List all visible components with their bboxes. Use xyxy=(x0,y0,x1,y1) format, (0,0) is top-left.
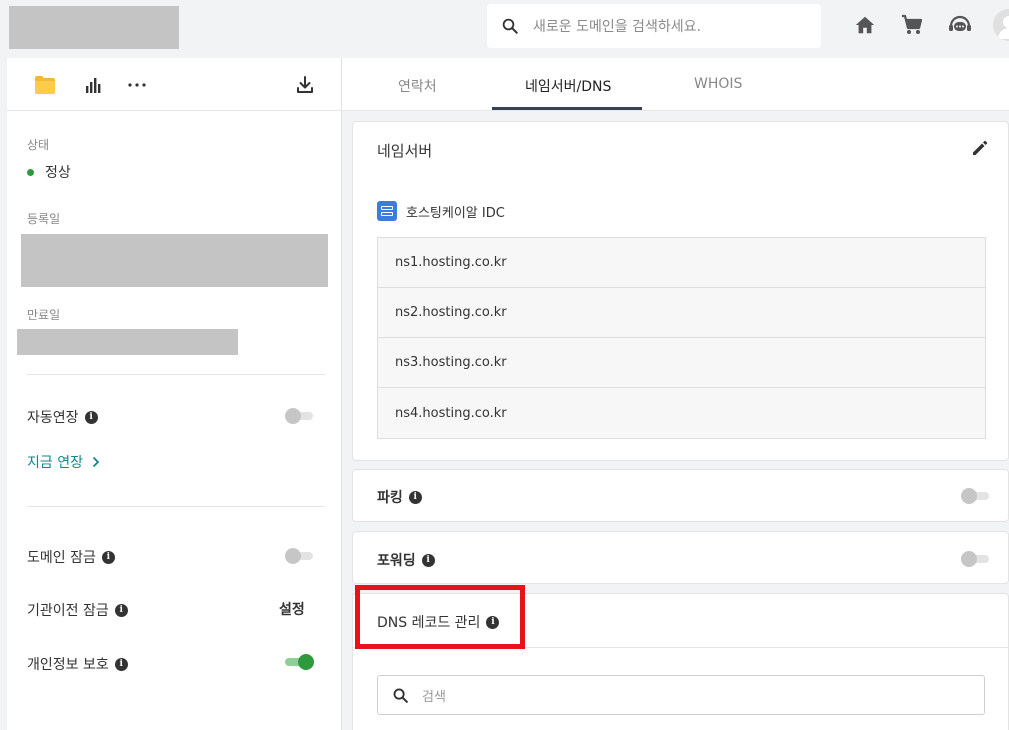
info-icon[interactable]: i xyxy=(114,657,128,671)
expiry-date-label: 만료일 xyxy=(27,308,61,322)
renew-now-label[interactable]: 지금 연장 xyxy=(27,452,83,472)
privacy-toggle[interactable] xyxy=(285,654,314,670)
info-icon[interactable]: i xyxy=(101,550,115,564)
domain-lock-row: 도메인 잠금 i xyxy=(27,547,115,567)
user-avatar[interactable] xyxy=(993,9,1009,41)
privacy-label: 개인정보 보호 xyxy=(27,657,109,673)
top-header: 새로운 도메인을 검색하세요. xyxy=(0,0,1009,58)
search-icon xyxy=(378,687,422,704)
status-text: 정상 xyxy=(45,165,71,181)
support-chat-icon[interactable] xyxy=(947,12,973,38)
domain-lock-toggle[interactable] xyxy=(285,548,313,564)
tab-whois[interactable]: WHOIS xyxy=(694,76,742,92)
forwarding-card: 포워딩 i xyxy=(352,531,1009,584)
nameserver-row: ns1.hosting.co.kr xyxy=(378,238,985,288)
cart-icon[interactable] xyxy=(899,12,925,38)
status-value: 정상 xyxy=(27,162,71,182)
auto-renew-row: 자동연장 i xyxy=(27,407,98,427)
nameserver-row: ns4.hosting.co.kr xyxy=(395,405,507,421)
auto-renew-label: 자동연장 xyxy=(27,410,79,426)
more-icon[interactable] xyxy=(124,72,150,98)
redacted-expiry-date xyxy=(17,329,238,355)
nameserver-card-header: 네임서버 xyxy=(352,121,1009,178)
info-icon[interactable]: i xyxy=(84,410,98,424)
nameserver-card-body: 호스팅케이알 IDC ns1.hosting.co.kr ns2.hosting… xyxy=(352,177,1009,461)
server-icon xyxy=(377,201,397,221)
info-icon[interactable]: i xyxy=(408,490,422,504)
chevron-right-icon xyxy=(92,456,100,468)
parking-toggle[interactable] xyxy=(961,488,989,504)
renew-now-link[interactable]: 지금 연장 xyxy=(27,452,100,472)
home-icon[interactable] xyxy=(852,12,878,38)
search-icon xyxy=(487,17,533,35)
active-tab-indicator xyxy=(492,107,642,110)
highlight-annotation-box xyxy=(355,585,525,649)
auto-renew-toggle[interactable] xyxy=(285,408,313,424)
tab-nameserver-dns[interactable]: 네임서버/DNS xyxy=(525,76,611,96)
info-icon[interactable]: i xyxy=(114,603,128,617)
forwarding-toggle[interactable] xyxy=(961,551,989,567)
nameserver-title: 네임서버 xyxy=(377,142,433,160)
transfer-lock-setting-button[interactable]: 설정 xyxy=(279,599,305,619)
domain-info-panel: 상태 정상 등록일 만료일 자동연장 i 지금 연장 도메인 잠금 i 기관이전… xyxy=(7,58,342,730)
domain-lock-label: 도메인 잠금 xyxy=(27,550,96,566)
redacted-logo xyxy=(9,6,179,49)
forwarding-title: 포워딩 xyxy=(377,553,416,569)
folder-icon[interactable] xyxy=(32,72,58,98)
provider-name: 호스팅케이알 IDC xyxy=(406,205,505,221)
transfer-lock-label: 기관이전 잠금 xyxy=(27,603,109,619)
domain-search-placeholder[interactable]: 새로운 도메인을 검색하세요. xyxy=(533,16,701,36)
edit-pencil-icon[interactable] xyxy=(971,139,989,161)
download-icon[interactable] xyxy=(292,72,318,98)
redacted-registered-date xyxy=(21,234,328,287)
parking-title-row: 파킹 i xyxy=(377,487,422,507)
parking-card: 파킹 i xyxy=(352,469,1009,522)
status-label: 상태 xyxy=(27,138,50,152)
nameserver-provider: 호스팅케이알 IDC xyxy=(377,201,505,221)
privacy-row: 개인정보 보호 i xyxy=(27,654,128,674)
nameserver-row: ns2.hosting.co.kr xyxy=(378,288,985,338)
dns-search-input[interactable]: 검색 xyxy=(377,675,985,715)
stats-icon[interactable] xyxy=(80,72,106,98)
divider xyxy=(27,506,325,507)
registered-date-label: 등록일 xyxy=(27,212,61,226)
transfer-lock-row: 기관이전 잠금 i xyxy=(27,600,128,620)
parking-title: 파킹 xyxy=(377,490,403,506)
nameserver-list: ns1.hosting.co.kr ns2.hosting.co.kr ns3.… xyxy=(377,237,986,439)
tab-bar: 연락처 네임서버/DNS WHOIS xyxy=(342,58,1009,111)
dns-search-placeholder[interactable]: 검색 xyxy=(422,686,446,705)
divider xyxy=(27,374,325,375)
nameserver-row: ns3.hosting.co.kr xyxy=(378,338,985,388)
forwarding-title-row: 포워딩 i xyxy=(377,550,435,570)
tab-contacts[interactable]: 연락처 xyxy=(398,76,437,96)
info-icon[interactable]: i xyxy=(421,553,435,567)
domain-toolbar xyxy=(7,58,342,111)
domain-search-box[interactable]: 새로운 도메인을 검색하세요. xyxy=(487,4,821,48)
status-dot xyxy=(27,168,34,176)
